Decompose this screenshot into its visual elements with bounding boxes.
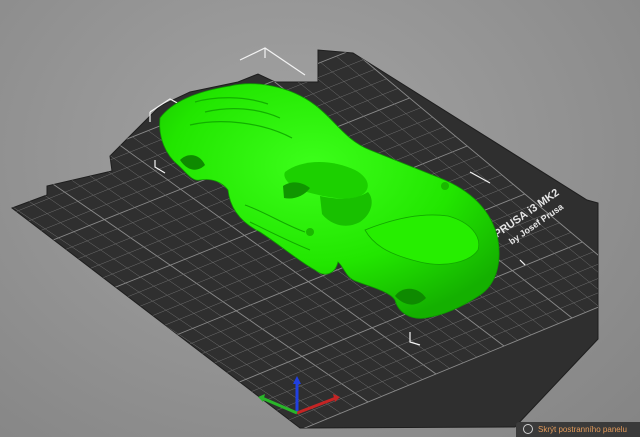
car-mirror-right	[441, 182, 449, 190]
collapse-sidebar-label: Skrýt postranního panelu	[538, 425, 627, 434]
3d-viewport[interactable]: PRUSA i3 MK2 by Josef Prusa Skrýt postra…	[0, 0, 640, 437]
car-mirror-left	[306, 228, 314, 236]
collapse-sidebar-button[interactable]: Skrýt postranního panelu	[516, 422, 640, 437]
collapse-icon	[523, 424, 533, 434]
print-scene[interactable]: PRUSA i3 MK2 by Josef Prusa	[0, 0, 640, 437]
